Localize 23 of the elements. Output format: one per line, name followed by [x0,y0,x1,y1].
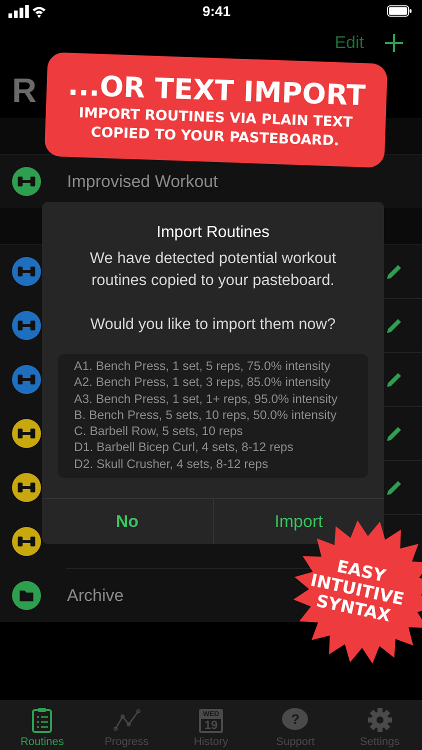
import-text-line: B. Bench Press, 5 sets, 10 reps, 50.0% intensity [74,406,338,424]
tab-item[interactable]: Routines [0,700,84,750]
import-text-line: A2. Bench Press, 1 set, 3 reps, 85.0% intensity [74,374,332,391]
line-chart-icon [112,707,141,733]
dialog-title: Import Routines [156,224,270,242]
battery-icon [387,5,412,17]
dialog-message: We have detected potential workout routines copied to your pasteboard. [88,249,338,291]
routine-name[interactable]: Improvised Workout [67,172,218,190]
add-icon[interactable] [384,33,404,53]
status-time: 9:41 [202,3,231,19]
import-text-line: D2. Skull Crusher, 4 sets, 8-12 reps [74,456,270,472]
routine-name[interactable]: Archive [67,586,124,604]
signal-icon [8,4,46,18]
import-text-line: C. Barbell Row, 5 sets, 10 reps [74,423,244,440]
dialog-question: Would you like to import them now? [89,315,337,335]
question-mark: ? [291,711,300,727]
import-text-line: D1. Barbell Bicep Curl, 4 sets, 8-12 reps [74,439,294,456]
import-text-line: A1. Bench Press, 1 set, 5 reps, 75.0% intensity [74,358,332,374]
edit-button[interactable]: Edit [334,33,364,53]
settings-icon [366,707,394,733]
import-text-line: A3. Bench Press, 1 set, 1+ reps, 95.0% intensity [74,390,339,407]
page-title: R [12,72,37,110]
dialog-button[interactable]: No [42,499,212,544]
